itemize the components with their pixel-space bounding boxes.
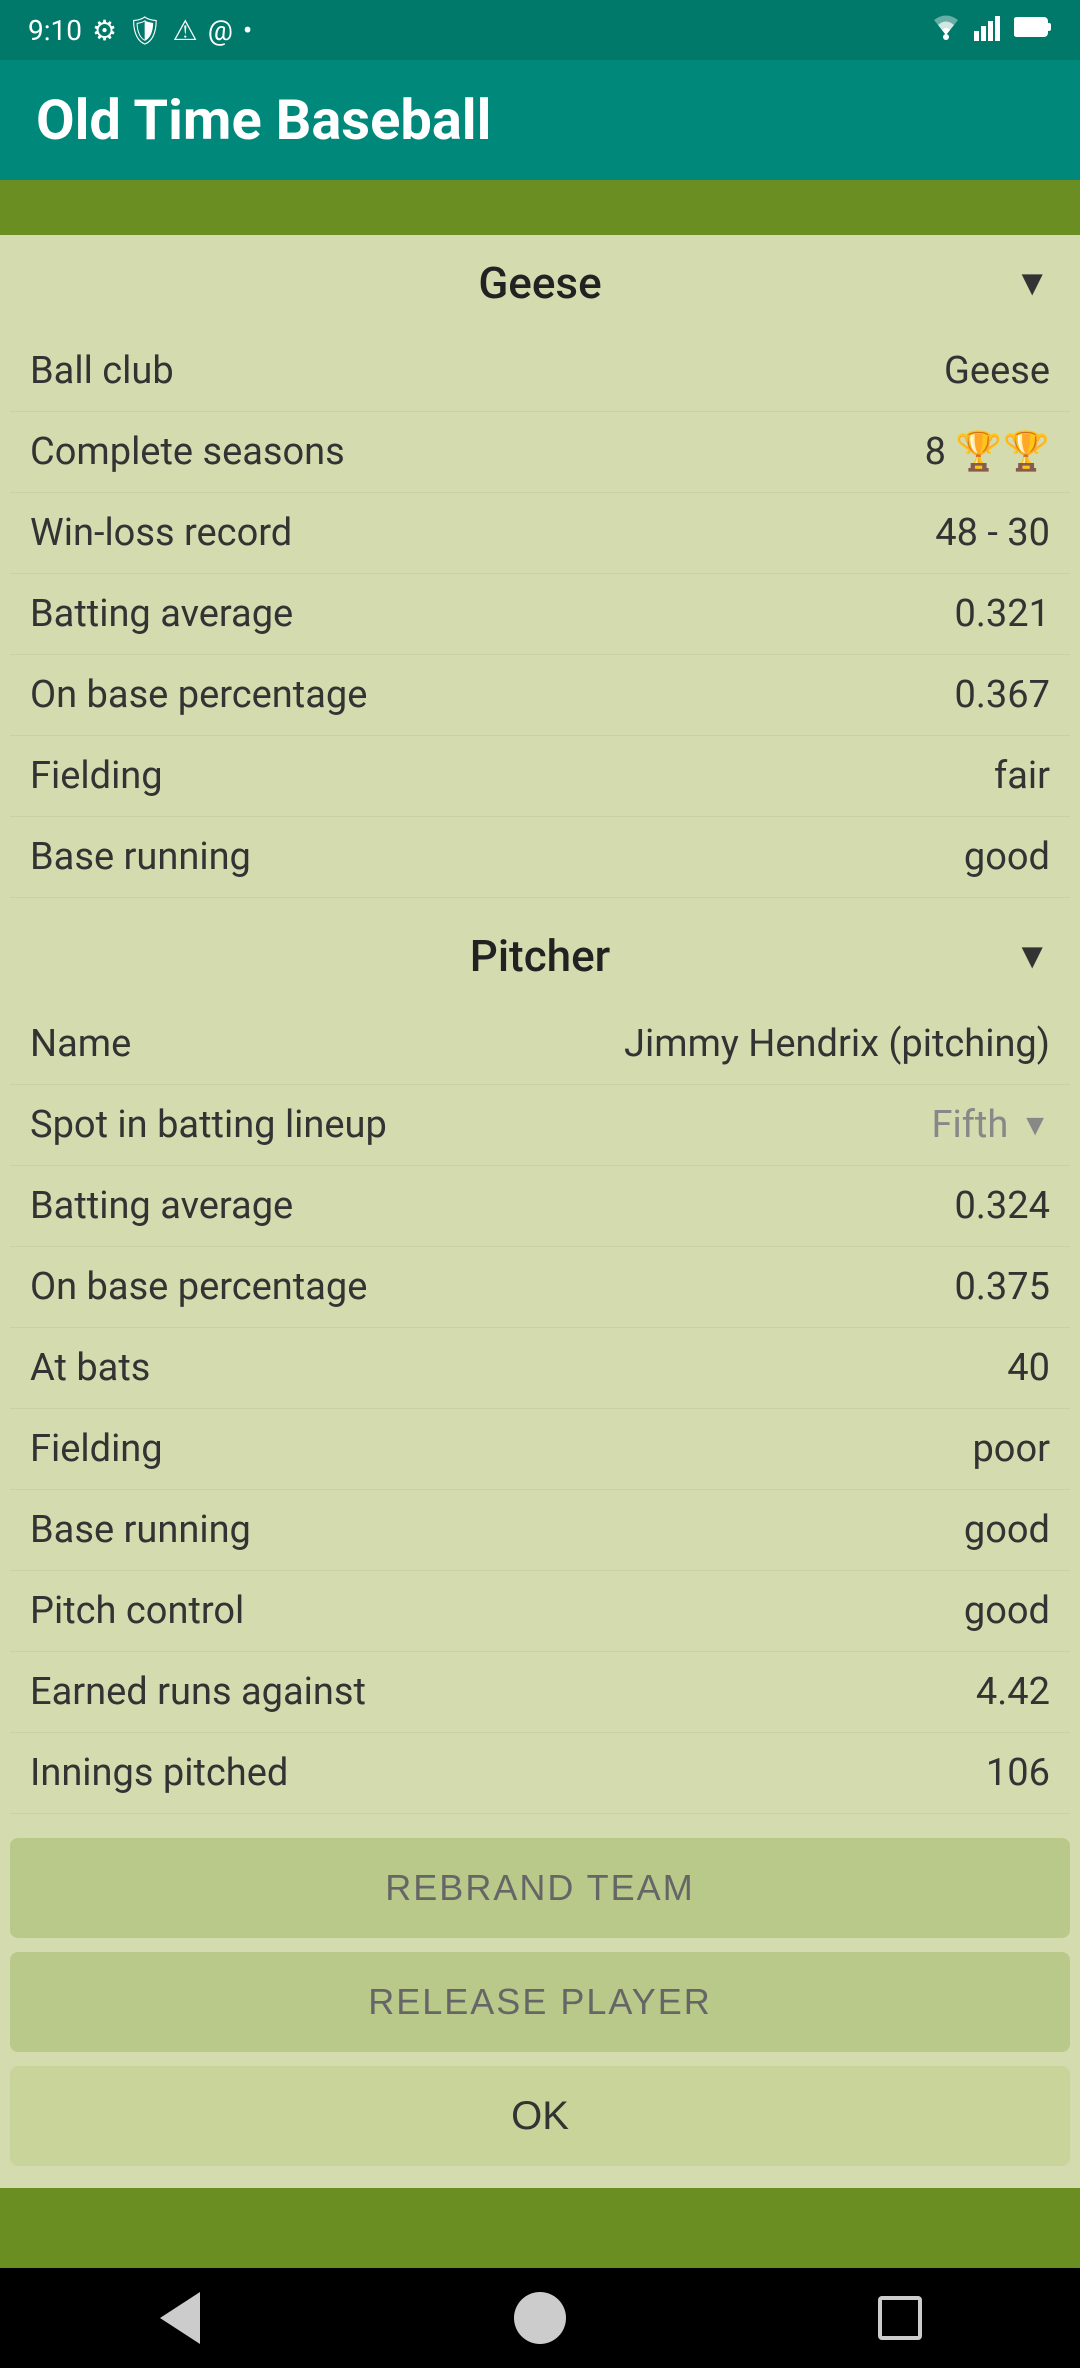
nav-recents-button[interactable] — [865, 2283, 935, 2353]
team-value-fielding: fair — [994, 754, 1050, 798]
recents-icon — [878, 2296, 922, 2340]
pitcher-label-pitch-control: Pitch control — [30, 1589, 964, 1633]
pitcher-row-at-bats: At bats 40 — [10, 1328, 1070, 1409]
release-player-button[interactable]: RELEASE PLAYER — [10, 1952, 1070, 2052]
batting-spot-value: Fifth — [931, 1103, 1008, 1147]
pitcher-row-innings-pitched: Innings pitched 106 — [10, 1733, 1070, 1814]
pitcher-value-pitch-control: good — [964, 1589, 1050, 1633]
team-value-base-running: good — [964, 835, 1050, 879]
top-green-stripe — [0, 180, 1080, 235]
bottom-green-stripe — [0, 2188, 1080, 2268]
team-dropdown-arrow[interactable]: ▼ — [1014, 262, 1050, 304]
team-label-win-loss: Win-loss record — [30, 511, 935, 555]
team-row-base-running: Base running good — [10, 817, 1070, 898]
team-label-ballclub: Ball club — [30, 349, 944, 393]
home-icon — [514, 2292, 566, 2344]
dot-icon: • — [243, 14, 252, 47]
team-row-win-loss: Win-loss record 48 - 30 — [10, 493, 1070, 574]
main-content: Geese ▼ Ball club Geese Complete seasons… — [0, 235, 1080, 2188]
batting-spot-dropdown-arrow[interactable]: ▼ — [1020, 1108, 1050, 1143]
pitcher-label-innings-pitched: Innings pitched — [30, 1751, 986, 1795]
status-bar-left: 9:10 ⚙ 🛡 ⚠ @ • — [28, 14, 252, 47]
back-icon — [160, 2292, 200, 2344]
time-display: 9:10 — [28, 14, 82, 47]
rebrand-team-button[interactable]: REBRAND TEAM — [10, 1838, 1070, 1938]
team-row-complete-seasons: Complete seasons 8 🏆🏆 — [10, 412, 1070, 493]
pitcher-label-batting-spot: Spot in batting lineup — [30, 1103, 931, 1147]
pitcher-row-batting-spot[interactable]: Spot in batting lineup Fifth ▼ — [10, 1085, 1070, 1166]
team-label-base-running: Base running — [30, 835, 964, 879]
team-row-obp: On base percentage 0.367 — [10, 655, 1070, 736]
pitcher-label-name: Name — [30, 1022, 624, 1066]
warning-icon: ⚠ — [173, 14, 198, 47]
pitcher-row-base-running: Base running good — [10, 1490, 1070, 1571]
android-nav-bar — [0, 2268, 1080, 2368]
button-area: REBRAND TEAM RELEASE PLAYER OK — [0, 1830, 1080, 2188]
pitcher-value-batting-spot[interactable]: Fifth ▼ — [931, 1103, 1050, 1147]
team-label-obp: On base percentage — [30, 673, 955, 717]
settings-icon: ⚙ — [92, 14, 117, 47]
team-value-ballclub: Geese — [944, 349, 1050, 393]
at-icon: @ — [208, 14, 233, 47]
pitcher-label-era: Earned runs against — [30, 1670, 976, 1714]
ok-button[interactable]: OK — [10, 2066, 1070, 2166]
team-value-obp: 0.367 — [955, 673, 1050, 717]
pitcher-row-name: Name Jimmy Hendrix (pitching) — [10, 1004, 1070, 1085]
status-bar-right — [928, 13, 1052, 48]
status-bar: 9:10 ⚙ 🛡 ⚠ @ • — [0, 0, 1080, 60]
team-label-fielding: Fielding — [30, 754, 994, 798]
pitcher-value-batting-avg: 0.324 — [955, 1184, 1050, 1228]
battery-icon — [1014, 15, 1052, 45]
team-stats-table: Ball club Geese Complete seasons 8 🏆🏆 Wi… — [0, 331, 1080, 898]
app-title: Old Time Baseball — [36, 87, 491, 153]
team-label-batting-avg: Batting average — [30, 592, 955, 636]
pitcher-row-pitch-control: Pitch control good — [10, 1571, 1070, 1652]
nav-home-button[interactable] — [505, 2283, 575, 2353]
pitcher-label-at-bats: At bats — [30, 1346, 1007, 1390]
pitcher-row-fielding: Fielding poor — [10, 1409, 1070, 1490]
pitcher-value-fielding: poor — [972, 1427, 1050, 1471]
pitcher-value-era: 4.42 — [976, 1670, 1050, 1714]
pitcher-label-obp: On base percentage — [30, 1265, 955, 1309]
pitcher-label-base-running: Base running — [30, 1508, 964, 1552]
pitcher-value-name: Jimmy Hendrix (pitching) — [624, 1022, 1050, 1066]
shield-icon: 🛡 — [127, 14, 163, 47]
wifi-icon — [928, 13, 964, 48]
nav-back-button[interactable] — [145, 2283, 215, 2353]
pitcher-section-header[interactable]: Pitcher ▼ — [0, 908, 1080, 1004]
pitcher-value-base-running: good — [964, 1508, 1050, 1552]
pitcher-value-obp: 0.375 — [955, 1265, 1050, 1309]
team-row-ballclub: Ball club Geese — [10, 331, 1070, 412]
pitcher-section-title: Pitcher — [470, 930, 611, 982]
team-row-fielding: Fielding fair — [10, 736, 1070, 817]
pitcher-row-obp: On base percentage 0.375 — [10, 1247, 1070, 1328]
pitcher-label-batting-avg: Batting average — [30, 1184, 955, 1228]
team-section-title: Geese — [478, 257, 601, 309]
team-value-batting-avg: 0.321 — [955, 592, 1050, 636]
team-label-complete-seasons: Complete seasons — [30, 430, 925, 474]
team-row-batting-avg: Batting average 0.321 — [10, 574, 1070, 655]
pitcher-stats-table: Name Jimmy Hendrix (pitching) Spot in ba… — [0, 1004, 1080, 1814]
pitcher-row-batting-avg: Batting average 0.324 — [10, 1166, 1070, 1247]
pitcher-row-era: Earned runs against 4.42 — [10, 1652, 1070, 1733]
pitcher-label-fielding: Fielding — [30, 1427, 972, 1471]
app-header: Old Time Baseball — [0, 60, 1080, 180]
team-value-complete-seasons: 8 🏆🏆 — [925, 430, 1050, 474]
signal-icon — [974, 13, 1004, 48]
team-value-win-loss: 48 - 30 — [935, 511, 1050, 555]
pitcher-dropdown-arrow[interactable]: ▼ — [1014, 935, 1050, 977]
pitcher-value-at-bats: 40 — [1007, 1346, 1050, 1390]
team-section-header[interactable]: Geese ▼ — [0, 235, 1080, 331]
pitcher-value-innings-pitched: 106 — [986, 1751, 1050, 1795]
